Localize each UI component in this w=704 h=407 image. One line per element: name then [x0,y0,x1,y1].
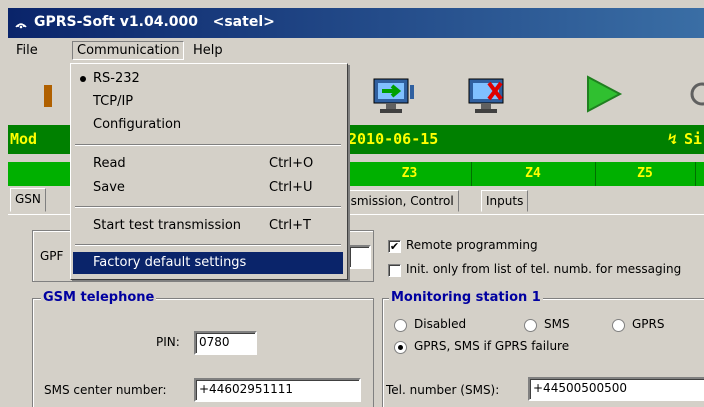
menu-item-read[interactable]: Read Ctrl+O [73,153,343,175]
remote-programming-label: Remote programming [406,238,538,252]
pin-field[interactable]: 0780 [194,331,257,355]
title-bar: GPRS-Soft v1.04.000 <satel> [8,8,704,38]
zone-z3: Z3 [348,162,472,186]
station-gprs-sms-label: GPRS, SMS if GPRS failure [414,339,570,353]
gprs-field[interactable] [348,245,371,269]
toolbar-partial-icon[interactable] [38,71,58,117]
application-window: GPRS-Soft v1.04.000 <satel> File Communi… [0,0,704,407]
station-disabled-radio[interactable] [394,319,407,332]
menu-separator [75,244,341,246]
tel-number-label: Tel. number (SMS): [386,383,500,397]
tel-number-field[interactable]: +44500500500 [528,377,704,401]
sms-center-label: SMS center number: [44,383,167,397]
read-from-module-icon[interactable] [368,71,418,117]
menu-item-save[interactable]: Save Ctrl+U [73,177,343,199]
menu-item-rs232[interactable]: RS-232 [73,68,343,90]
gsm-telephone-title: GSM telephone [41,290,157,305]
menu-item-tcpip[interactable]: TCP/IP [73,91,343,113]
window-title: GPRS-Soft v1.04.000 <satel> [34,14,275,30]
menu-separator [75,206,341,208]
gprs-label: GPF [40,249,64,263]
station-sms-radio[interactable] [524,319,537,332]
zone-z5: Z5 [595,162,696,186]
station-gprs-sms-radio[interactable] [394,341,407,354]
menu-file[interactable]: File [12,42,42,59]
station-sms-label: SMS [544,317,570,331]
station-disabled-label: Disabled [414,317,467,331]
init-only-checkbox[interactable] [388,264,401,277]
zone-z4: Z4 [471,162,596,186]
communication-menu: RS-232 TCP/IP Configuration Read Ctrl+O … [70,63,348,280]
menu-bar: File Communication Help [8,38,704,63]
station-gprs-radio[interactable] [612,319,625,332]
pin-label: PIN: [156,335,180,349]
radio-bullet-icon [80,76,86,82]
tab-transmission-control[interactable]: nsmission, Control [338,190,459,212]
app-icon [15,23,27,29]
toolbar-edge-icon[interactable] [684,71,704,117]
menu-communication[interactable]: Communication [72,41,185,60]
play-icon[interactable] [578,71,628,117]
tab-gsm[interactable]: GSN [10,188,46,212]
signal-label: Si [684,130,703,148]
sms-center-field[interactable]: +44602951111 [194,378,361,402]
menu-item-factory-default-settings[interactable]: Factory default settings [73,252,343,274]
signal-icon: ↯ [668,130,678,148]
menu-help[interactable]: Help [189,42,227,59]
menu-separator [75,144,341,146]
tab-inputs[interactable]: Inputs [481,190,529,212]
module-label: Mod [10,130,38,148]
menu-item-start-test-transmission[interactable]: Start test transmission Ctrl+T [73,215,343,237]
remote-programming-checkbox[interactable]: ✔ [388,240,401,253]
menu-item-configuration[interactable]: Configuration [73,114,343,136]
station-gprs-label: GPRS [632,317,665,331]
disconnect-icon[interactable] [463,71,513,117]
status-date: 2010-06-15 [348,130,439,148]
init-only-label: Init. only from list of tel. numb. for m… [406,262,682,276]
monitoring-station-title: Monitoring station 1 [389,290,543,305]
